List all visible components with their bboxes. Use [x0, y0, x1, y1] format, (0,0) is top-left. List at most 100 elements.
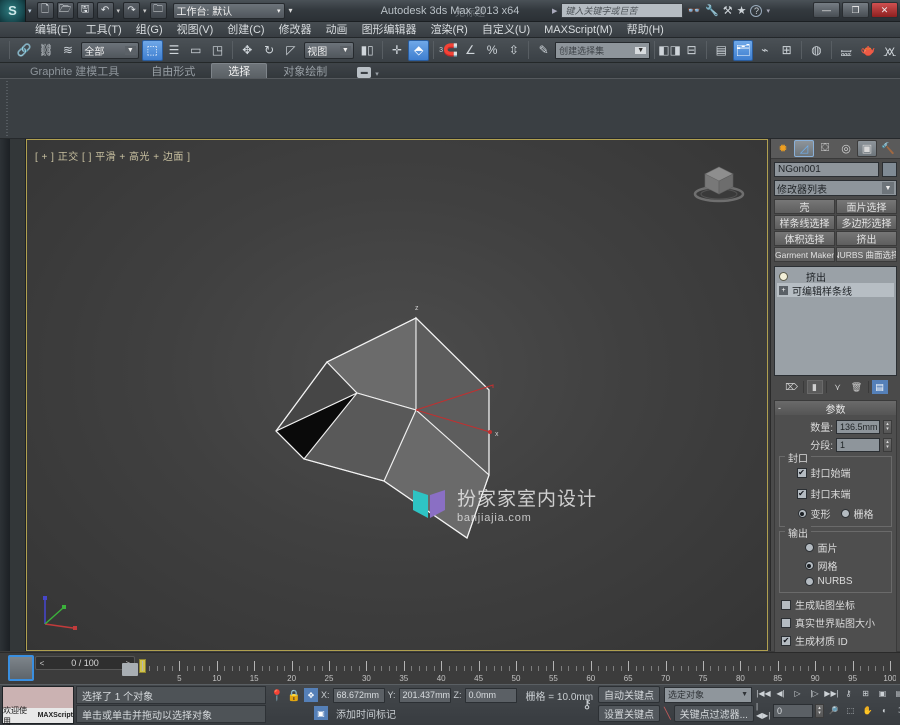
display-tab[interactable]: ▣: [857, 140, 877, 157]
modifier-button-vol-select[interactable]: 体积选择: [774, 231, 835, 246]
menu-item-group[interactable]: 组(G): [129, 22, 170, 38]
select-and-move-icon[interactable]: ✥: [237, 40, 258, 61]
next-frame-button[interactable]: |▷: [807, 686, 822, 701]
output-nurbs-row[interactable]: NURBS: [804, 576, 867, 587]
grid-radio[interactable]: [840, 509, 850, 518]
maxscript-mini-listener[interactable]: 欢迎使用 MAXScript: [2, 686, 74, 725]
gen-map-coords-row[interactable]: 生成贴图坐标: [781, 597, 890, 612]
remove-modifier-icon[interactable]: 🗑: [849, 380, 865, 394]
help-icon[interactable]: ?: [750, 4, 763, 17]
percent-snap-toggle-icon[interactable]: %: [482, 40, 503, 61]
menu-item-animation[interactable]: 动画: [319, 22, 355, 38]
open-mini-curve-editor-icon[interactable]: [122, 663, 138, 676]
selection-filter-dropdown[interactable]: 全部 ▼: [81, 41, 139, 59]
pan-view-button[interactable]: ✋: [860, 703, 875, 718]
gen-mat-ids-row[interactable]: ✔ 生成材质 ID: [781, 633, 890, 648]
expand-plus-icon[interactable]: +: [779, 285, 788, 295]
menu-item-modifiers[interactable]: 修改器: [272, 22, 319, 38]
undo-icon[interactable]: ↶: [96, 2, 114, 19]
select-object-icon[interactable]: ⬚: [141, 39, 163, 61]
mirror-icon[interactable]: ◧◨: [658, 40, 681, 61]
keyboard-shortcut-override-icon[interactable]: ⬘: [408, 39, 430, 61]
workspace-dropdown-icon[interactable]: ▾: [289, 6, 293, 15]
zoom-extents-selected-button[interactable]: ▤: [892, 686, 900, 701]
modifier-button-garment-maker[interactable]: Garment Maker: [774, 247, 835, 262]
absolute-relative-mode-icon[interactable]: ✥: [304, 688, 318, 702]
bind-to-space-warp-icon[interactable]: ≋: [58, 40, 79, 61]
time-configuration-button[interactable]: ⊞: [858, 686, 873, 701]
mini-curve-editor-button[interactable]: [8, 655, 34, 681]
cap-end-row[interactable]: ✔ 封口末端: [796, 486, 875, 501]
star-icon[interactable]: ★: [737, 4, 747, 17]
output-mesh-row[interactable]: 网格: [804, 558, 867, 573]
minimize-button[interactable]: —: [813, 2, 840, 18]
close-button[interactable]: ✕: [871, 2, 898, 18]
material-editor-icon[interactable]: ◍: [806, 40, 827, 61]
ribbon-tab-freeform[interactable]: 自由形式: [135, 63, 211, 78]
pin-stack-icon[interactable]: 📍: [270, 688, 284, 702]
field-of-view-button[interactable]: ⬚: [843, 703, 858, 718]
chevron-down-icon[interactable]: ▾: [375, 70, 379, 78]
auto-key-button[interactable]: 自动关键点: [598, 686, 660, 703]
modify-tab[interactable]: ◿: [794, 140, 814, 157]
workspace-selector[interactable]: 工作台: 默认 ▾: [172, 2, 285, 19]
save-file-icon[interactable]: 🖫: [76, 2, 94, 19]
menu-item-create[interactable]: 创建(C): [220, 22, 271, 38]
create-tab[interactable]: ✹: [773, 140, 793, 157]
select-and-rotate-icon[interactable]: ↻: [259, 40, 280, 61]
modifier-list-dropdown[interactable]: 修改器列表 ▼: [774, 180, 897, 196]
new-file-icon[interactable]: 🗋: [36, 2, 54, 19]
modifier-stack-item-extrude[interactable]: 挤出: [777, 269, 894, 284]
open-file-icon[interactable]: 🗁: [56, 2, 74, 19]
cap-end-checkbox[interactable]: ✔: [796, 488, 807, 499]
viewport[interactable]: [ + ] 正交 [ ] 平滑 + 高光 + 边面 ] z x 扮家家室内设计 …: [26, 139, 768, 651]
modifier-stack-list[interactable]: 挤出 + 可编辑样条线: [774, 266, 897, 376]
select-and-manipulate-icon[interactable]: ✛: [387, 40, 408, 61]
maximize-button[interactable]: ❐: [842, 2, 869, 18]
key-mode-selection-dropdown[interactable]: 选定对象 ▼: [664, 686, 752, 703]
select-and-scale-icon[interactable]: ◸: [280, 40, 301, 61]
use-pivot-point-center-icon[interactable]: ▮▯: [357, 40, 378, 61]
segments-input[interactable]: 1: [836, 437, 880, 452]
pin-stack-icon[interactable]: ⌦: [784, 380, 800, 394]
real-world-map-checkbox[interactable]: [781, 617, 791, 628]
show-end-result-icon[interactable]: ▮: [806, 380, 823, 394]
search-expand-icon[interactable]: ▶: [552, 7, 557, 15]
lightbulb-icon[interactable]: [779, 271, 788, 281]
modifier-button-spline-select[interactable]: 样条线选择: [774, 215, 835, 230]
menu-item-maxscript[interactable]: MAXScript(M): [537, 22, 619, 38]
set-project-folder-icon[interactable]: 🗀: [149, 2, 167, 19]
go-to-end-button[interactable]: ▶▶|: [824, 686, 839, 701]
application-menu-button[interactable]: S: [0, 0, 26, 22]
gen-map-coords-checkbox[interactable]: [781, 599, 791, 610]
reference-coordinate-dropdown[interactable]: 视图 ▼: [304, 41, 354, 59]
menu-item-customize[interactable]: 自定义(U): [475, 22, 537, 38]
menu-item-graph-editors[interactable]: 图形编辑器: [355, 22, 424, 38]
output-patch-row[interactable]: 面片: [804, 540, 867, 555]
object-name-input[interactable]: NGon001: [774, 162, 879, 177]
current-frame-input[interactable]: 0: [773, 703, 813, 718]
align-icon[interactable]: ⊟: [681, 40, 702, 61]
ribbon-tab-selection[interactable]: 选择: [211, 63, 268, 78]
set-key-button[interactable]: 设置关键点: [598, 705, 660, 722]
unlink-selection-icon[interactable]: ⛓: [36, 40, 57, 61]
rendered-frame-window-icon[interactable]: 🫖: [858, 40, 879, 61]
zoom-extents-all-button[interactable]: ▣: [875, 686, 890, 701]
modifier-button-poly-select[interactable]: 多边形选择: [836, 215, 897, 230]
parameters-rollout-header[interactable]: - 参数: [775, 401, 896, 416]
menu-item-tools[interactable]: 工具(T): [79, 22, 129, 38]
redo-icon[interactable]: ↷: [123, 2, 141, 19]
key-filters-button[interactable]: 关键点过滤器...: [673, 704, 754, 722]
hierarchy-tab[interactable]: ⛋: [815, 140, 835, 157]
schematic-view-icon[interactable]: ⊞: [776, 40, 797, 61]
menu-item-rendering[interactable]: 渲染(R): [424, 22, 475, 38]
render-production-icon[interactable]: 🝪: [879, 40, 900, 61]
motion-tab[interactable]: ◎: [836, 140, 856, 157]
modifier-button-nurbs-surface-select[interactable]: NURBS 曲面选择: [836, 247, 897, 262]
output-nurbs-radio[interactable]: [804, 577, 814, 586]
angle-snap-toggle-icon[interactable]: ∠: [460, 40, 481, 61]
x-coordinate-field[interactable]: 68.672mm: [332, 687, 385, 703]
output-mesh-radio[interactable]: [804, 561, 814, 570]
layer-manager-icon[interactable]: ▤: [711, 40, 732, 61]
window-crossing-toggle-icon[interactable]: ◳: [207, 40, 228, 61]
